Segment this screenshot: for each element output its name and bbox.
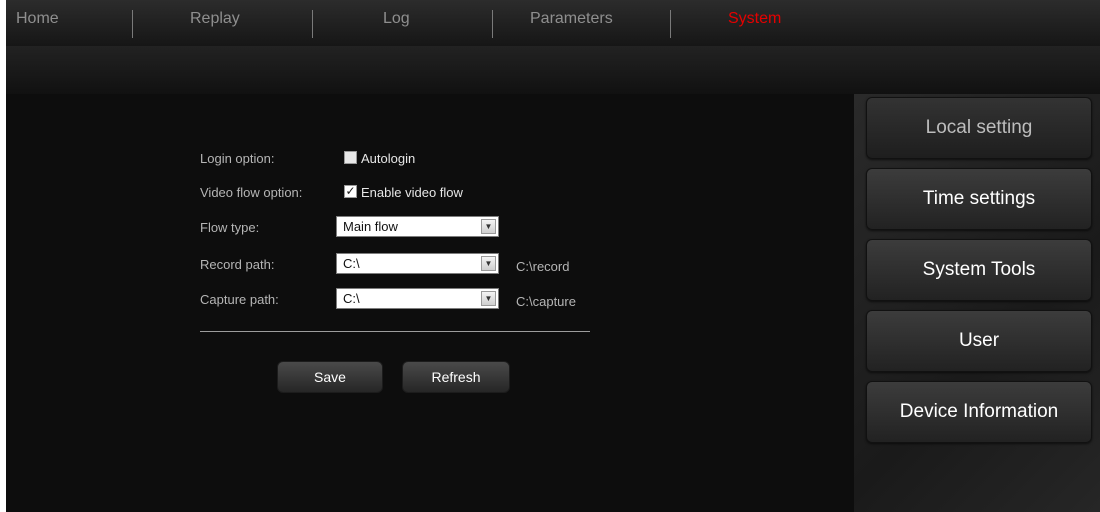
- video-flow-option-label: Video flow option:: [200, 185, 303, 200]
- capture-path-value: C:\: [343, 291, 360, 306]
- enable-video-flow-label[interactable]: Enable video flow: [361, 183, 463, 203]
- capture-path-text: C:\capture: [516, 294, 576, 309]
- chevron-down-icon[interactable]: ▼: [481, 219, 496, 234]
- nav-separator: [132, 10, 133, 38]
- capture-path-select[interactable]: C:\ ▼: [336, 288, 499, 309]
- nav-separator: [670, 10, 671, 38]
- enable-video-flow-checkbox[interactable]: ✓: [344, 185, 357, 198]
- chevron-down-icon[interactable]: ▼: [481, 256, 496, 271]
- sub-toolbar: [6, 46, 1100, 94]
- sidebar-item-system-tools[interactable]: System Tools: [866, 239, 1092, 301]
- flow-type-value: Main flow: [343, 219, 398, 234]
- nav-separator: [312, 10, 313, 38]
- sidebar-item-local-setting[interactable]: Local setting: [866, 97, 1092, 159]
- record-path-value: C:\: [343, 256, 360, 271]
- nav-log[interactable]: Log: [383, 0, 410, 42]
- top-nav-bar: Home Replay Log Parameters System: [6, 0, 1100, 46]
- divider: [200, 331, 590, 332]
- main-content: Login option: Autologin Video flow optio…: [6, 94, 854, 512]
- nav-parameters[interactable]: Parameters: [530, 0, 613, 42]
- chevron-down-icon[interactable]: ▼: [481, 291, 496, 306]
- nav-system[interactable]: System: [728, 0, 781, 42]
- save-button[interactable]: Save: [277, 361, 383, 393]
- nav-replay[interactable]: Replay: [190, 0, 240, 42]
- sidebar-item-device-information[interactable]: Device Information: [866, 381, 1092, 443]
- record-path-select[interactable]: C:\ ▼: [336, 253, 499, 274]
- record-path-text: C:\record: [516, 259, 570, 274]
- side-panel: Local setting Time settings System Tools…: [854, 94, 1100, 512]
- nav-home[interactable]: Home: [16, 0, 59, 42]
- refresh-button[interactable]: Refresh: [402, 361, 510, 393]
- autologin-checkbox[interactable]: [344, 151, 357, 164]
- sidebar-item-user[interactable]: User: [866, 310, 1092, 372]
- record-path-label: Record path:: [200, 257, 275, 272]
- sidebar-item-time-settings[interactable]: Time settings: [866, 168, 1092, 230]
- login-option-label: Login option:: [200, 151, 275, 166]
- autologin-label[interactable]: Autologin: [361, 149, 415, 169]
- capture-path-label: Capture path:: [200, 292, 279, 307]
- flow-type-label: Flow type:: [200, 220, 260, 235]
- flow-type-select[interactable]: Main flow ▼: [336, 216, 499, 237]
- nav-separator: [492, 10, 493, 38]
